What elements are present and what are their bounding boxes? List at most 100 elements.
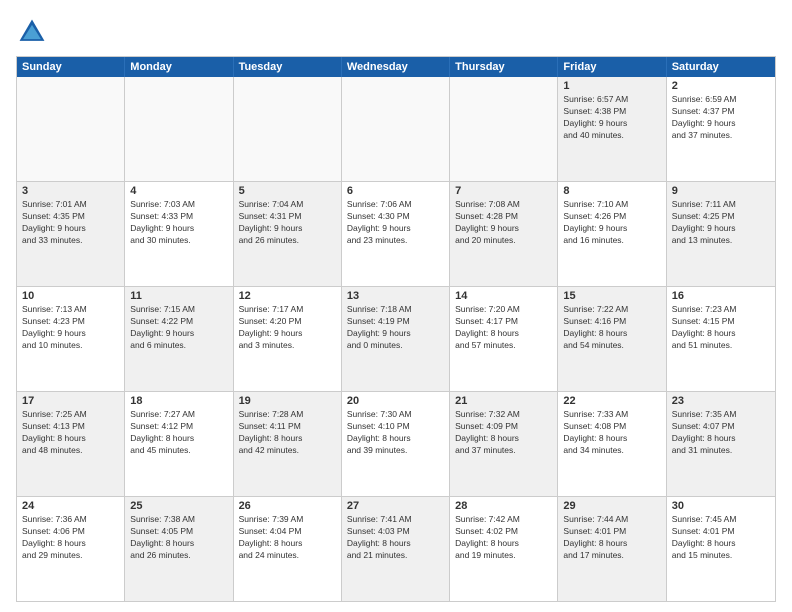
calendar-cell: 1Sunrise: 6:57 AM Sunset: 4:38 PM Daylig… xyxy=(558,77,666,181)
day-number: 21 xyxy=(455,395,552,407)
day-number: 28 xyxy=(455,500,552,512)
day-info: Sunrise: 7:33 AM Sunset: 4:08 PM Dayligh… xyxy=(563,409,660,457)
calendar-cell: 19 Sunrise: 7:28 AM Sunset: 4:11 PM Dayli… xyxy=(234,392,342,496)
day-number: 20 xyxy=(347,395,444,407)
page: SundayMondayTuesdayWednesdayThursdayFrid… xyxy=(0,0,792,612)
day-number: 19 xyxy=(239,395,336,407)
day-info: Sunrise: 7:03 AM Sunset: 4:33 PM Dayligh… xyxy=(130,199,227,247)
weekday-header: Sunday xyxy=(17,57,125,77)
calendar-cell: 7 Sunrise: 7:08 AM Sunset: 4:28 PM Daylig… xyxy=(450,182,558,286)
calendar-row: 10 Sunrise: 7:13 AM Sunset: 4:23 PM Dayli… xyxy=(17,287,775,392)
calendar-cell: 4 Sunrise: 7:03 AM Sunset: 4:33 PM Daylig… xyxy=(125,182,233,286)
day-number: 16 xyxy=(672,290,770,302)
day-number: 8 xyxy=(563,185,660,197)
calendar-cell xyxy=(125,77,233,181)
day-number: 27 xyxy=(347,500,444,512)
day-number: 4 xyxy=(130,185,227,197)
day-info: Sunrise: 7:35 AM Sunset: 4:07 PM Dayligh… xyxy=(672,409,770,457)
day-number: 15 xyxy=(563,290,660,302)
day-info: Sunrise: 7:28 AM Sunset: 4:11 PM Dayligh… xyxy=(239,409,336,457)
calendar-cell: 18 Sunrise: 7:27 AM Sunset: 4:12 PM Dayli… xyxy=(125,392,233,496)
logo-icon xyxy=(16,16,48,48)
calendar-cell: 23 Sunrise: 7:35 AM Sunset: 4:07 PM Dayli… xyxy=(667,392,775,496)
day-info: Sunrise: 7:08 AM Sunset: 4:28 PM Dayligh… xyxy=(455,199,552,247)
calendar-cell: 14 Sunrise: 7:20 AM Sunset: 4:17 PM Dayli… xyxy=(450,287,558,391)
weekday-header: Saturday xyxy=(667,57,775,77)
weekday-header: Wednesday xyxy=(342,57,450,77)
day-number: 17 xyxy=(22,395,119,407)
calendar-cell: 3 Sunrise: 7:01 AM Sunset: 4:35 PM Daylig… xyxy=(17,182,125,286)
day-info: Sunrise: 7:41 AM Sunset: 4:03 PM Dayligh… xyxy=(347,514,444,562)
calendar-cell: 9 Sunrise: 7:11 AM Sunset: 4:25 PM Daylig… xyxy=(667,182,775,286)
day-number: 7 xyxy=(455,185,552,197)
day-info: Sunrise: 7:22 AM Sunset: 4:16 PM Dayligh… xyxy=(563,304,660,352)
day-number: 26 xyxy=(239,500,336,512)
day-info: Sunrise: 7:32 AM Sunset: 4:09 PM Dayligh… xyxy=(455,409,552,457)
calendar-cell: 11 Sunrise: 7:15 AM Sunset: 4:22 PM Dayli… xyxy=(125,287,233,391)
day-number: 25 xyxy=(130,500,227,512)
calendar-cell: 2 Sunrise: 6:59 AM Sunset: 4:37 PM Daylig… xyxy=(667,77,775,181)
day-info: Sunrise: 7:38 AM Sunset: 4:05 PM Dayligh… xyxy=(130,514,227,562)
calendar-cell: 8 Sunrise: 7:10 AM Sunset: 4:26 PM Daylig… xyxy=(558,182,666,286)
day-number: 2 xyxy=(672,80,770,92)
calendar-cell: 26 Sunrise: 7:39 AM Sunset: 4:04 PM Dayli… xyxy=(234,497,342,601)
calendar-cell xyxy=(342,77,450,181)
day-info: Sunrise: 7:42 AM Sunset: 4:02 PM Dayligh… xyxy=(455,514,552,562)
day-number: 5 xyxy=(239,185,336,197)
day-info: Sunrise: 7:30 AM Sunset: 4:10 PM Dayligh… xyxy=(347,409,444,457)
day-number: 23 xyxy=(672,395,770,407)
day-info: Sunrise: 7:11 AM Sunset: 4:25 PM Dayligh… xyxy=(672,199,770,247)
calendar-cell: 5 Sunrise: 7:04 AM Sunset: 4:31 PM Daylig… xyxy=(234,182,342,286)
day-info: Sunrise: 6:57 AM Sunset: 4:38 PM Dayligh… xyxy=(563,94,660,142)
calendar-cell: 27 Sunrise: 7:41 AM Sunset: 4:03 PM Dayli… xyxy=(342,497,450,601)
day-number: 12 xyxy=(239,290,336,302)
calendar-cell: 29Sunrise: 7:44 AM Sunset: 4:01 PM Dayli… xyxy=(558,497,666,601)
day-info: Sunrise: 7:45 AM Sunset: 4:01 PM Dayligh… xyxy=(672,514,770,562)
calendar-cell: 15 Sunrise: 7:22 AM Sunset: 4:16 PM Dayli… xyxy=(558,287,666,391)
day-number: 30 xyxy=(672,500,770,512)
day-number: 14 xyxy=(455,290,552,302)
header xyxy=(16,16,776,48)
weekday-header: Monday xyxy=(125,57,233,77)
day-info: Sunrise: 7:01 AM Sunset: 4:35 PM Dayligh… xyxy=(22,199,119,247)
day-info: Sunrise: 7:23 AM Sunset: 4:15 PM Dayligh… xyxy=(672,304,770,352)
day-info: Sunrise: 7:04 AM Sunset: 4:31 PM Dayligh… xyxy=(239,199,336,247)
weekday-header: Tuesday xyxy=(234,57,342,77)
calendar-row: 1Sunrise: 6:57 AM Sunset: 4:38 PM Daylig… xyxy=(17,77,775,182)
day-number: 11 xyxy=(130,290,227,302)
calendar-body: 1Sunrise: 6:57 AM Sunset: 4:38 PM Daylig… xyxy=(17,77,775,601)
weekday-header: Thursday xyxy=(450,57,558,77)
day-info: Sunrise: 7:36 AM Sunset: 4:06 PM Dayligh… xyxy=(22,514,119,562)
calendar-cell xyxy=(234,77,342,181)
calendar-cell: 28 Sunrise: 7:42 AM Sunset: 4:02 PM Dayli… xyxy=(450,497,558,601)
day-info: Sunrise: 7:27 AM Sunset: 4:12 PM Dayligh… xyxy=(130,409,227,457)
calendar-row: 3 Sunrise: 7:01 AM Sunset: 4:35 PM Daylig… xyxy=(17,182,775,287)
calendar-cell: 12 Sunrise: 7:17 AM Sunset: 4:20 PM Dayli… xyxy=(234,287,342,391)
day-info: Sunrise: 7:15 AM Sunset: 4:22 PM Dayligh… xyxy=(130,304,227,352)
calendar-cell: 13Sunrise: 7:18 AM Sunset: 4:19 PM Dayli… xyxy=(342,287,450,391)
day-info: Sunrise: 7:13 AM Sunset: 4:23 PM Dayligh… xyxy=(22,304,119,352)
calendar-cell: 25 Sunrise: 7:38 AM Sunset: 4:05 PM Dayli… xyxy=(125,497,233,601)
day-number: 10 xyxy=(22,290,119,302)
day-info: Sunrise: 7:44 AM Sunset: 4:01 PM Dayligh… xyxy=(563,514,660,562)
day-info: Sunrise: 7:39 AM Sunset: 4:04 PM Dayligh… xyxy=(239,514,336,562)
day-info: Sunrise: 7:20 AM Sunset: 4:17 PM Dayligh… xyxy=(455,304,552,352)
day-info: Sunrise: 7:18 AM Sunset: 4:19 PM Dayligh… xyxy=(347,304,444,352)
calendar-cell: 16 Sunrise: 7:23 AM Sunset: 4:15 PM Dayli… xyxy=(667,287,775,391)
day-info: Sunrise: 6:59 AM Sunset: 4:37 PM Dayligh… xyxy=(672,94,770,142)
day-number: 9 xyxy=(672,185,770,197)
weekday-header: Friday xyxy=(558,57,666,77)
logo xyxy=(16,16,52,48)
calendar-cell: 22Sunrise: 7:33 AM Sunset: 4:08 PM Dayli… xyxy=(558,392,666,496)
day-number: 6 xyxy=(347,185,444,197)
day-number: 3 xyxy=(22,185,119,197)
calendar-cell: 17 Sunrise: 7:25 AM Sunset: 4:13 PM Dayli… xyxy=(17,392,125,496)
calendar-cell: 21 Sunrise: 7:32 AM Sunset: 4:09 PM Dayli… xyxy=(450,392,558,496)
day-number: 18 xyxy=(130,395,227,407)
day-info: Sunrise: 7:25 AM Sunset: 4:13 PM Dayligh… xyxy=(22,409,119,457)
day-info: Sunrise: 7:06 AM Sunset: 4:30 PM Dayligh… xyxy=(347,199,444,247)
day-info: Sunrise: 7:10 AM Sunset: 4:26 PM Dayligh… xyxy=(563,199,660,247)
day-info: Sunrise: 7:17 AM Sunset: 4:20 PM Dayligh… xyxy=(239,304,336,352)
calendar-row: 17 Sunrise: 7:25 AM Sunset: 4:13 PM Dayli… xyxy=(17,392,775,497)
calendar-cell: 24Sunrise: 7:36 AM Sunset: 4:06 PM Dayli… xyxy=(17,497,125,601)
